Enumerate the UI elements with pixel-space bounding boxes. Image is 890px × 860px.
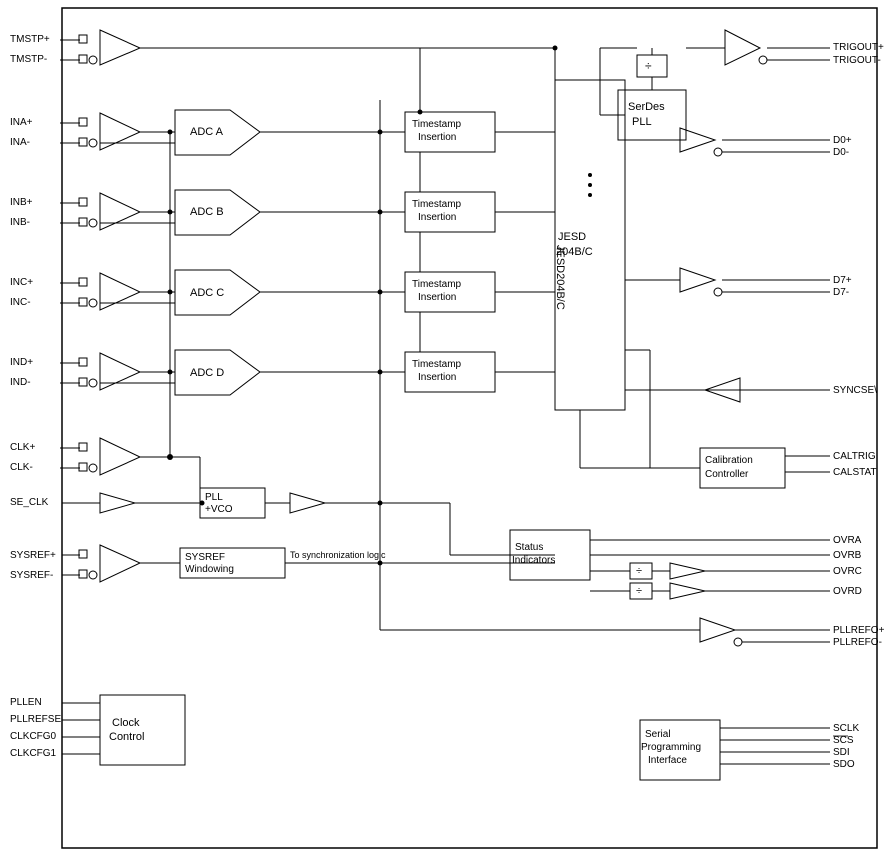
svg-text:CLK-: CLK-: [10, 462, 33, 473]
svg-text:Insertion: Insertion: [418, 372, 456, 383]
svg-text:SDI: SDI: [833, 747, 850, 758]
svg-text:OVRA: OVRA: [833, 535, 862, 546]
svg-text:ADC C: ADC C: [190, 287, 224, 299]
svg-text:CALTRIG: CALTRIG: [833, 451, 876, 462]
svg-text:PLLEN: PLLEN: [10, 697, 42, 708]
svg-text:Insertion: Insertion: [418, 212, 456, 223]
svg-text:Timestamp: Timestamp: [412, 359, 462, 370]
svg-text:INB+: INB+: [10, 197, 33, 208]
svg-text:SYSREF: SYSREF: [185, 552, 225, 563]
svg-text:SerDes: SerDes: [628, 101, 665, 113]
svg-text:INC+: INC+: [10, 277, 33, 288]
svg-text:TMSTP-: TMSTP-: [10, 54, 47, 65]
svg-text:Timestamp: Timestamp: [412, 279, 462, 290]
svg-text:PLL: PLL: [205, 492, 223, 503]
svg-text:D0-: D0-: [833, 147, 849, 158]
svg-text:CALSTAT: CALSTAT: [833, 467, 877, 478]
svg-text:OVRD: OVRD: [833, 586, 862, 597]
svg-text:ADC D: ADC D: [190, 367, 224, 379]
svg-text:÷: ÷: [636, 565, 642, 577]
svg-text:SYSREF-: SYSREF-: [10, 570, 53, 581]
svg-text:D7-: D7-: [833, 287, 849, 298]
svg-text:Timestamp: Timestamp: [412, 119, 462, 130]
svg-text:PLL: PLL: [632, 116, 652, 128]
svg-text:Control: Control: [109, 731, 144, 743]
svg-text:JESD: JESD: [558, 231, 586, 243]
svg-text:ADC B: ADC B: [190, 206, 224, 218]
svg-text:SDO: SDO: [833, 759, 855, 770]
svg-text:÷: ÷: [645, 59, 652, 73]
svg-text:TRIGOUT-: TRIGOUT-: [833, 55, 881, 66]
svg-text:÷: ÷: [636, 585, 642, 597]
svg-text:PLLREFO-: PLLREFO-: [833, 637, 882, 648]
svg-text:CLKCFG1: CLKCFG1: [10, 748, 57, 759]
svg-text:INA+: INA+: [10, 117, 33, 128]
svg-text:SCS: SCS: [833, 735, 854, 746]
svg-text:SYNCSE\: SYNCSE\: [833, 385, 877, 396]
svg-text:Clock: Clock: [112, 717, 140, 729]
svg-text:D7+: D7+: [833, 275, 852, 286]
svg-text:ADC A: ADC A: [190, 126, 224, 138]
svg-text:+VCO: +VCO: [205, 504, 233, 515]
svg-text:OVRB: OVRB: [833, 550, 862, 561]
svg-text:PLLREFSE: PLLREFSE: [10, 714, 61, 725]
svg-text:Indicators: Indicators: [512, 555, 555, 566]
svg-text:INC-: INC-: [10, 297, 31, 308]
svg-text:D0+: D0+: [833, 135, 852, 146]
svg-text:OVRC: OVRC: [833, 566, 862, 577]
svg-text:INB-: INB-: [10, 217, 30, 228]
svg-text:TRIGOUT+: TRIGOUT+: [833, 42, 884, 53]
svg-text:SE_CLK: SE_CLK: [10, 497, 49, 508]
diagram-container: TMSTP+ TMSTP- INA+ INA- ADC A INB+ INB- …: [0, 0, 890, 860]
svg-text:CLK+: CLK+: [10, 442, 35, 453]
svg-text:Controller: Controller: [705, 469, 749, 480]
svg-text:IND-: IND-: [10, 377, 31, 388]
svg-text:To synchronization logic: To synchronization logic: [290, 550, 386, 560]
svg-text:Insertion: Insertion: [418, 292, 456, 303]
svg-text:Serial: Serial: [645, 729, 671, 740]
svg-text:Windowing: Windowing: [185, 564, 234, 575]
svg-text:TMSTP+: TMSTP+: [10, 34, 50, 45]
svg-text:SYSREF+: SYSREF+: [10, 550, 56, 561]
svg-text:204B/C: 204B/C: [556, 246, 593, 258]
svg-text:Interface: Interface: [648, 755, 687, 766]
svg-text:Insertion: Insertion: [418, 132, 456, 143]
svg-text:IND+: IND+: [10, 357, 33, 368]
svg-text:INA-: INA-: [10, 137, 30, 148]
svg-text:Status: Status: [515, 542, 543, 553]
svg-text:Calibration: Calibration: [705, 455, 753, 466]
svg-text:Timestamp: Timestamp: [412, 199, 462, 210]
svg-text:CLKCFG0: CLKCFG0: [10, 731, 57, 742]
svg-text:Programming: Programming: [641, 742, 701, 753]
svg-text:SCLK: SCLK: [833, 723, 859, 734]
svg-text:PLLREFO+: PLLREFO+: [833, 625, 885, 636]
